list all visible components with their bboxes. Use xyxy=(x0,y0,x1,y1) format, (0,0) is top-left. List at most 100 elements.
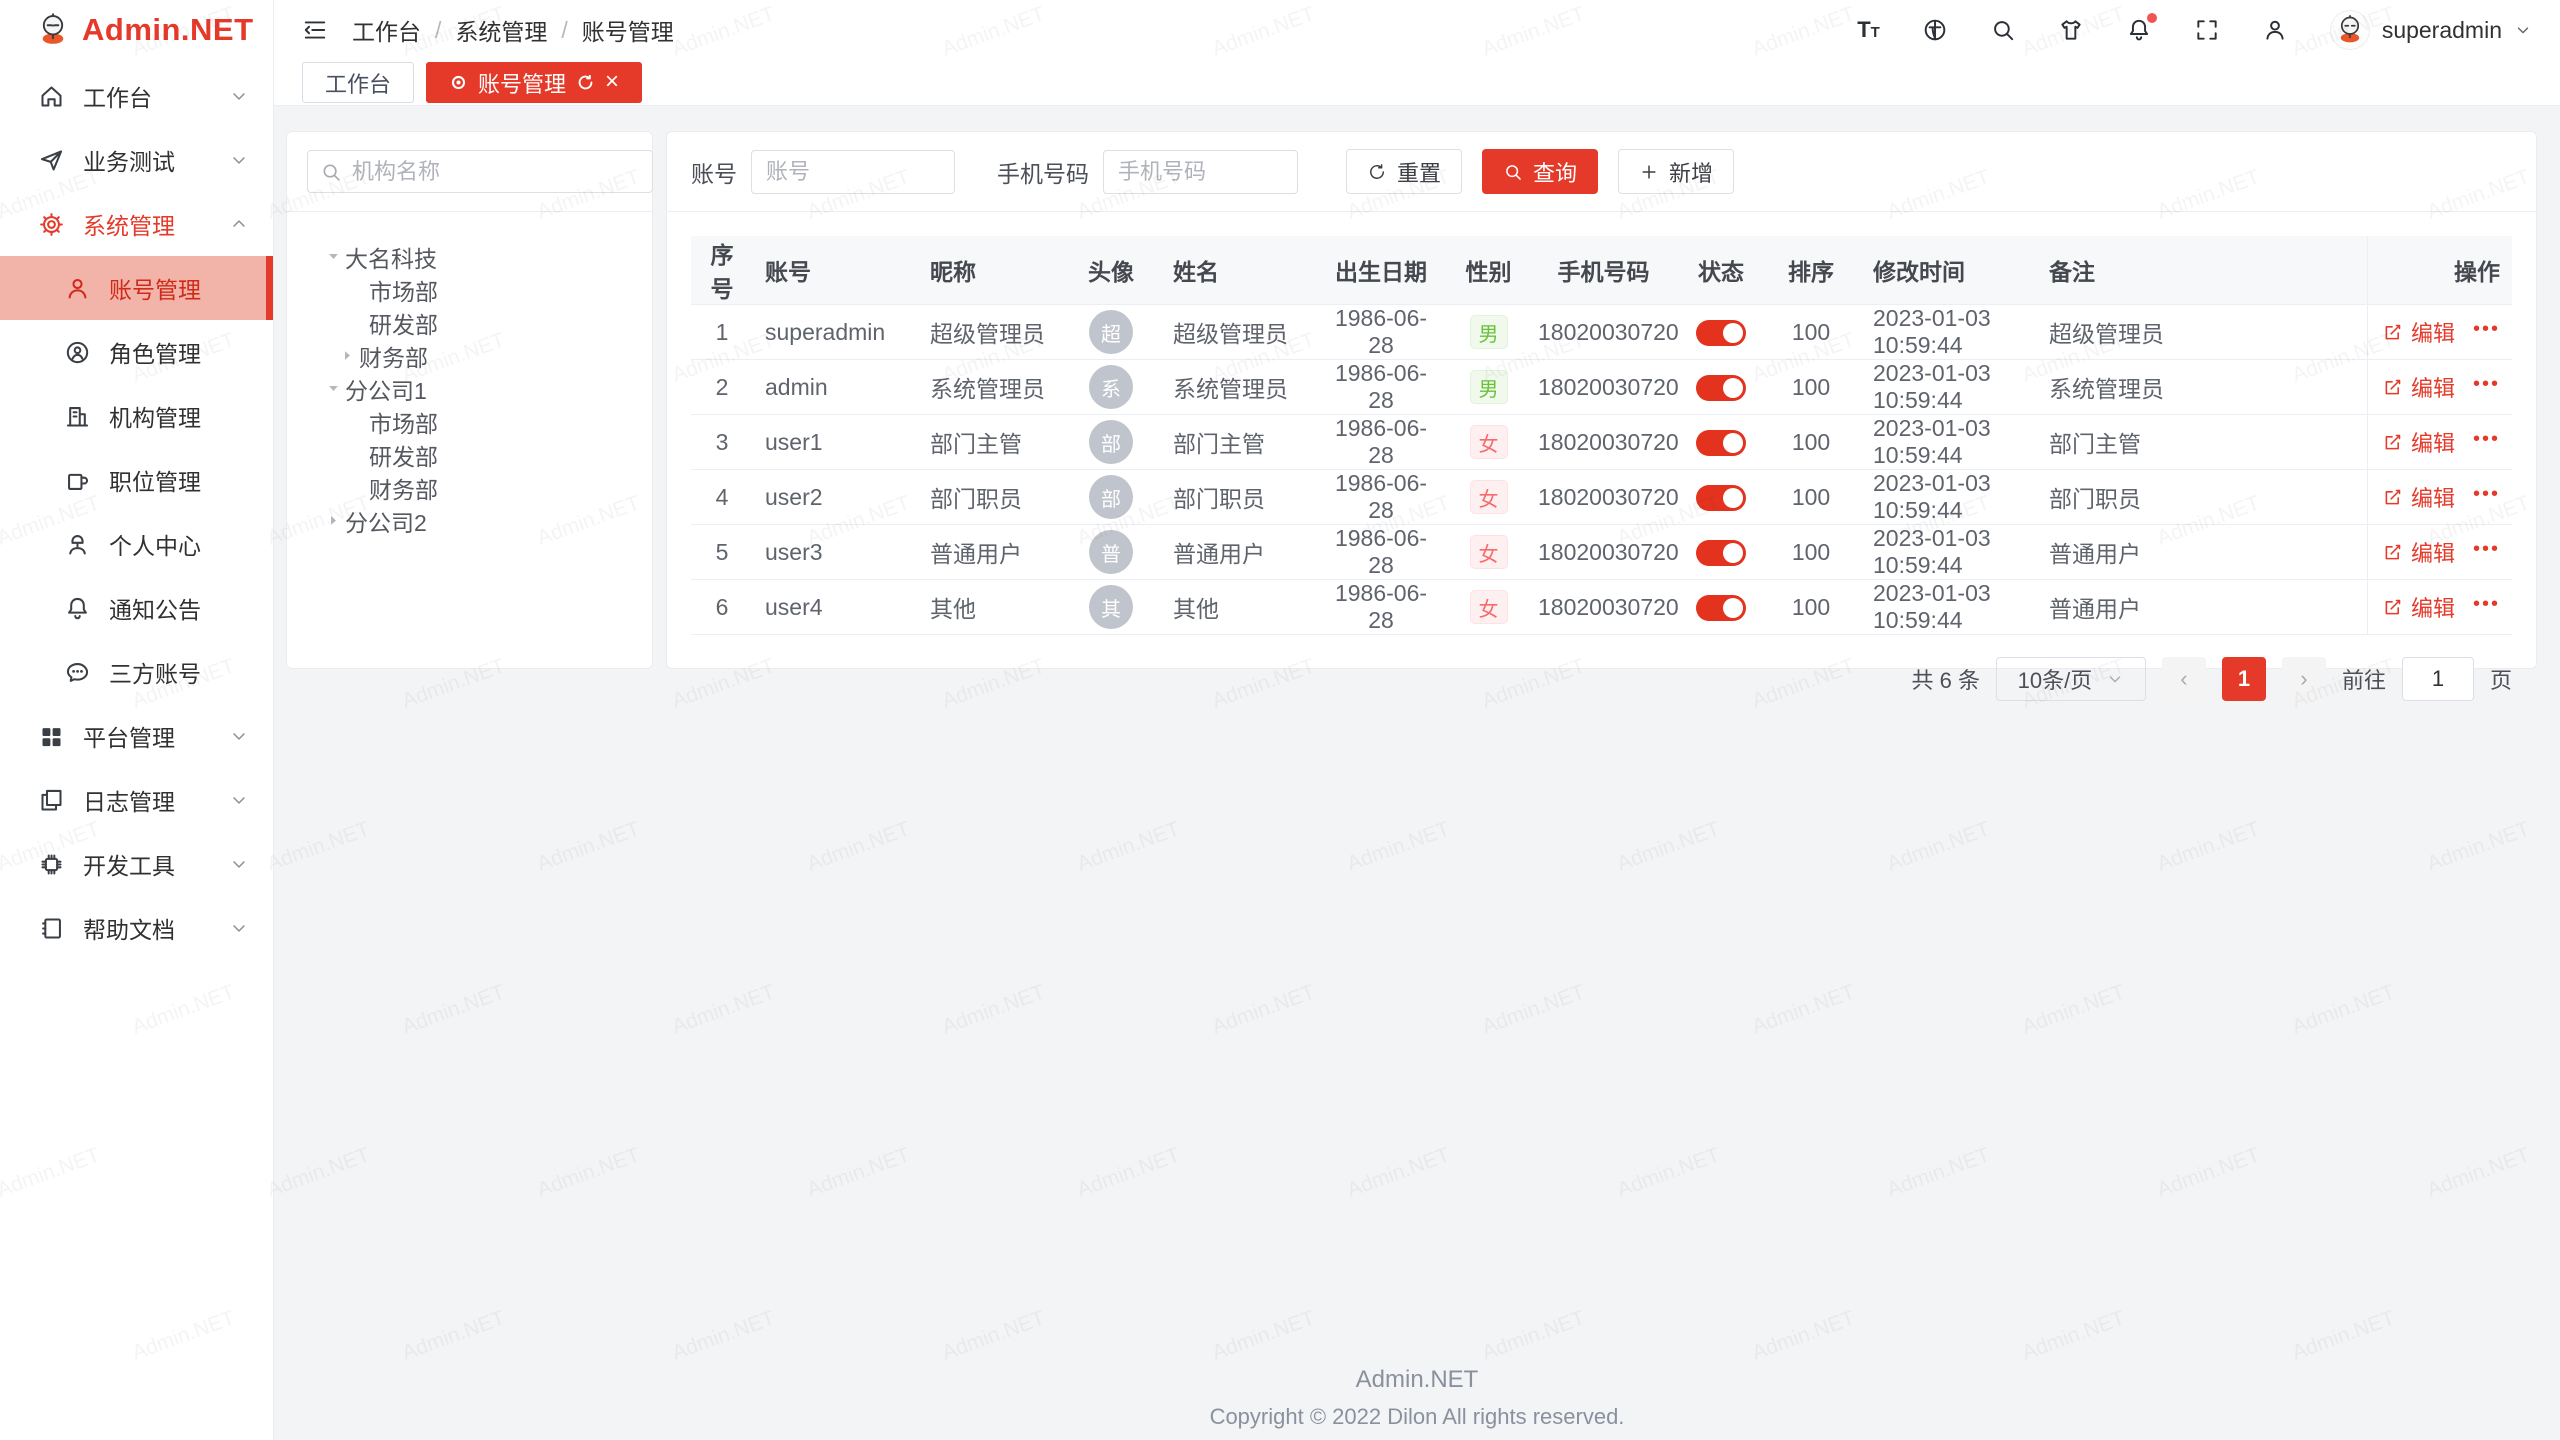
row-more-button[interactable]: ••• xyxy=(2473,429,2500,455)
tree-node[interactable]: 市场部 xyxy=(307,273,632,306)
reset-button[interactable]: 重置 xyxy=(1346,149,1462,194)
sidebar-item-label: 账号管理 xyxy=(109,271,249,305)
chevron-down-icon xyxy=(229,726,249,746)
sidebar-item-role-management[interactable]: 角色管理 xyxy=(0,320,273,384)
status-toggle[interactable] xyxy=(1696,320,1746,346)
edit-button[interactable]: 编辑 xyxy=(2382,426,2455,458)
phone-filter-input[interactable] xyxy=(1103,150,1298,194)
cell-sort: 100 xyxy=(1761,470,1861,525)
theme-icon[interactable] xyxy=(2058,17,2084,43)
search-button[interactable]: 查询 xyxy=(1482,149,1598,194)
caret-right-icon[interactable] xyxy=(321,509,345,533)
tree-node-label: 财务部 xyxy=(359,339,428,373)
gender-tag: 男 xyxy=(1470,315,1508,349)
table-row: 3 user1 部门主管 部 部门主管 1986-06-28 女 1802003… xyxy=(691,415,2512,470)
page-unit-label: 页 xyxy=(2490,663,2512,695)
sidebar-item-third-party-account[interactable]: 三方账号 xyxy=(0,640,273,704)
status-toggle[interactable] xyxy=(1696,430,1746,456)
edit-button[interactable]: 编辑 xyxy=(2382,536,2455,568)
page-size-select[interactable]: 10条/页 xyxy=(1996,657,2146,701)
account-filter-input[interactable] xyxy=(751,150,955,194)
tree-node[interactable]: 大名科技 xyxy=(307,240,632,273)
edit-button[interactable]: 编辑 xyxy=(2382,371,2455,403)
breadcrumb-item[interactable]: 系统管理 xyxy=(455,13,547,47)
close-icon[interactable]: × xyxy=(605,70,619,94)
tree-node[interactable]: 分公司1 xyxy=(307,372,632,405)
font-size-icon[interactable]: TT xyxy=(1857,19,1880,41)
sidebar-item-notice[interactable]: 通知公告 xyxy=(0,576,273,640)
org-icon xyxy=(64,403,91,430)
sidebar-item-help-docs[interactable]: 帮助文档 xyxy=(0,896,273,960)
sidebar-item-org-management[interactable]: 机构管理 xyxy=(0,384,273,448)
search-icon xyxy=(1503,162,1523,182)
tab-account-management[interactable]: 账号管理 × xyxy=(426,62,642,103)
caret-right-icon[interactable] xyxy=(335,344,359,368)
bell-icon xyxy=(64,595,91,622)
sidebar-item-platform-management[interactable]: 平台管理 xyxy=(0,704,273,768)
user-menu[interactable]: superadmin xyxy=(2330,10,2532,50)
next-page-button[interactable]: › xyxy=(2282,657,2326,701)
row-more-button[interactable]: ••• xyxy=(2473,594,2500,620)
cell-status xyxy=(1681,525,1761,580)
tree-node[interactable]: 研发部 xyxy=(307,306,632,339)
avatar xyxy=(2330,10,2370,50)
org-search-box[interactable] xyxy=(307,150,653,193)
tree-node[interactable]: 市场部 xyxy=(307,405,632,438)
avatar: 普 xyxy=(1089,530,1133,574)
add-button[interactable]: 新增 xyxy=(1618,149,1734,194)
status-toggle[interactable] xyxy=(1696,540,1746,566)
sidebar-item-workbench[interactable]: 工作台 xyxy=(0,64,273,128)
add-button-label: 新增 xyxy=(1669,156,1713,188)
log-icon xyxy=(38,787,65,814)
notification-bell[interactable] xyxy=(2126,17,2152,43)
cell-sort: 100 xyxy=(1761,580,1861,635)
language-icon[interactable] xyxy=(1922,17,1948,43)
edit-button[interactable]: 编辑 xyxy=(2382,591,2455,623)
caret-down-icon[interactable] xyxy=(321,245,345,269)
prev-page-button[interactable]: ‹ xyxy=(2162,657,2206,701)
row-more-button[interactable]: ••• xyxy=(2473,374,2500,400)
cell-remark: 系统管理员 xyxy=(2037,360,2367,415)
chevron-down-icon xyxy=(229,86,249,106)
breadcrumb-item[interactable]: 账号管理 xyxy=(582,13,674,47)
row-more-button[interactable]: ••• xyxy=(2473,484,2500,510)
row-more-button[interactable]: ••• xyxy=(2473,319,2500,345)
sidebar-item-personal-center[interactable]: 个人中心 xyxy=(0,512,273,576)
tree-node[interactable]: 财务部 xyxy=(307,339,632,372)
edit-icon xyxy=(2382,322,2403,343)
cell-actions: 编辑 ••• xyxy=(2367,580,2512,635)
sidebar-item-system-management[interactable]: 系统管理 xyxy=(0,192,273,256)
status-toggle[interactable] xyxy=(1696,375,1746,401)
sidebar-item-account-management[interactable]: 账号管理 xyxy=(0,256,273,320)
search-icon xyxy=(320,161,342,183)
tree-node[interactable]: 研发部 xyxy=(307,438,632,471)
status-toggle[interactable] xyxy=(1696,595,1746,621)
sidebar-item-position-management[interactable]: 职位管理 xyxy=(0,448,273,512)
logo[interactable]: Admin.NET xyxy=(0,0,273,60)
status-toggle[interactable] xyxy=(1696,485,1746,511)
edit-button[interactable]: 编辑 xyxy=(2382,481,2455,513)
sidebar-item-dev-tools[interactable]: 开发工具 xyxy=(0,832,273,896)
org-search-input[interactable] xyxy=(352,159,640,185)
search-icon[interactable] xyxy=(1990,17,2016,43)
caret-down-icon[interactable] xyxy=(321,377,345,401)
tree-node[interactable]: 分公司2 xyxy=(307,504,632,537)
sidebar-item-log-management[interactable]: 日志管理 xyxy=(0,768,273,832)
collapse-menu-icon[interactable] xyxy=(302,17,328,43)
current-page[interactable]: 1 xyxy=(2222,657,2266,701)
cell-remark: 部门主管 xyxy=(2037,415,2367,470)
edit-button[interactable]: 编辑 xyxy=(2382,316,2455,348)
breadcrumb-item[interactable]: 工作台 xyxy=(352,13,421,47)
fullscreen-icon[interactable] xyxy=(2194,17,2220,43)
edit-icon xyxy=(2382,377,2403,398)
col-status: 状态 xyxy=(1681,236,1761,305)
cell-status xyxy=(1681,305,1761,360)
row-more-button[interactable]: ••• xyxy=(2473,539,2500,565)
tree-node[interactable]: 财务部 xyxy=(307,471,632,504)
refresh-icon[interactable] xyxy=(576,73,595,92)
col-avatar: 头像 xyxy=(1061,236,1161,305)
person-icon[interactable] xyxy=(2262,17,2288,43)
tab-workbench[interactable]: 工作台 xyxy=(302,62,414,103)
goto-page-input[interactable] xyxy=(2402,657,2474,701)
sidebar-item-business-test[interactable]: 业务测试 xyxy=(0,128,273,192)
